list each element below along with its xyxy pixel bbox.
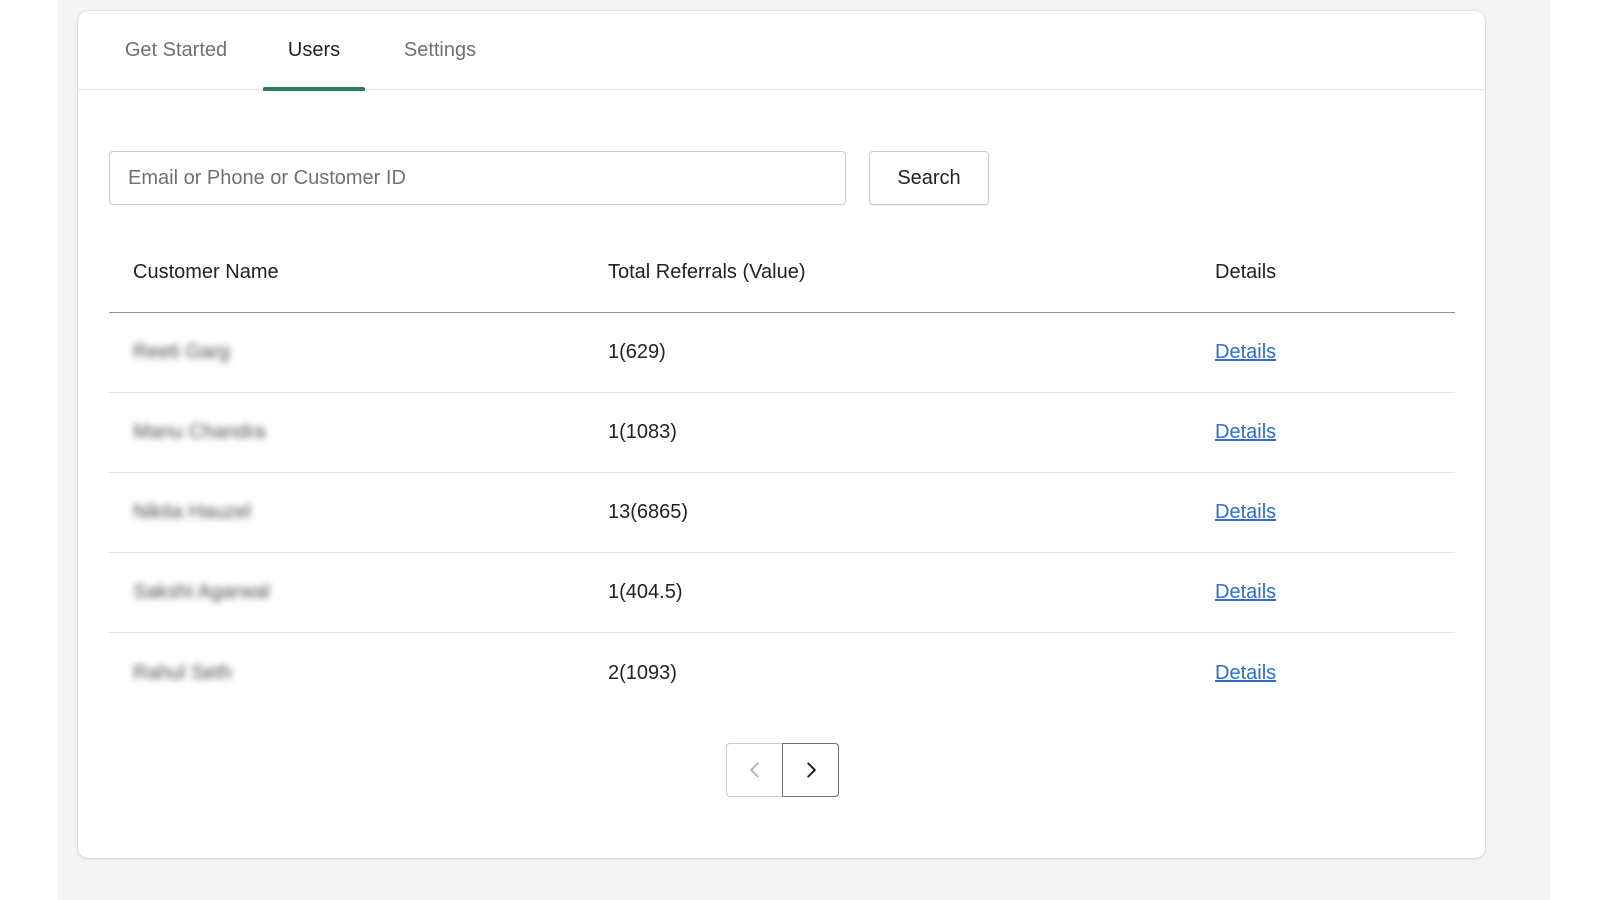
column-header-details: Details (1215, 261, 1277, 283)
tab-settings[interactable]: Settings (396, 11, 484, 90)
details-link[interactable]: Details (1215, 662, 1276, 685)
customer-name: Manu Chandra (133, 421, 266, 443)
customer-name: Nikita Hauzel (133, 501, 251, 523)
chevron-right-icon (806, 762, 816, 778)
total-referrals: 1(1083) (608, 421, 677, 443)
total-referrals: 2(1093) (608, 661, 677, 684)
table-row: Nikita Hauzel 13(6865) Details (109, 473, 1455, 553)
pagination (726, 743, 839, 797)
next-page-button[interactable] (782, 743, 839, 797)
users-table: Customer Name Total Referrals (Value) De… (109, 233, 1455, 713)
table-row: Manu Chandra 1(1083) Details (109, 393, 1455, 473)
search-input[interactable] (109, 151, 846, 205)
search-button[interactable]: Search (869, 151, 989, 205)
details-link[interactable]: Details (1215, 341, 1276, 364)
tab-get-started[interactable]: Get Started (118, 11, 234, 90)
tab-users[interactable]: Users (263, 11, 365, 91)
previous-page-button[interactable] (726, 743, 783, 797)
details-link[interactable]: Details (1215, 581, 1276, 604)
total-referrals: 1(404.5) (608, 581, 683, 603)
details-link[interactable]: Details (1215, 501, 1276, 524)
details-link[interactable]: Details (1215, 421, 1276, 444)
table-row: Reeti Garg 1(629) Details (109, 313, 1455, 393)
customer-name: Sakshi Agarwal (133, 581, 270, 603)
table-row: Sakshi Agarwal 1(404.5) Details (109, 553, 1455, 633)
users-card: Get Started Users Settings Search Custom… (78, 11, 1485, 858)
tab-bar: Get Started Users Settings (78, 11, 1485, 91)
table-header: Customer Name Total Referrals (Value) De… (109, 233, 1455, 313)
chevron-left-icon (749, 762, 759, 778)
column-header-total-referrals: Total Referrals (Value) (608, 261, 806, 283)
total-referrals: 1(629) (608, 341, 666, 363)
total-referrals: 13(6865) (608, 501, 689, 523)
customer-name: Rahul Seth (133, 661, 232, 684)
table-row: Rahul Seth 2(1093) Details (109, 633, 1455, 713)
customer-name: Reeti Garg (133, 341, 230, 363)
column-header-customer-name: Customer Name (133, 261, 279, 283)
